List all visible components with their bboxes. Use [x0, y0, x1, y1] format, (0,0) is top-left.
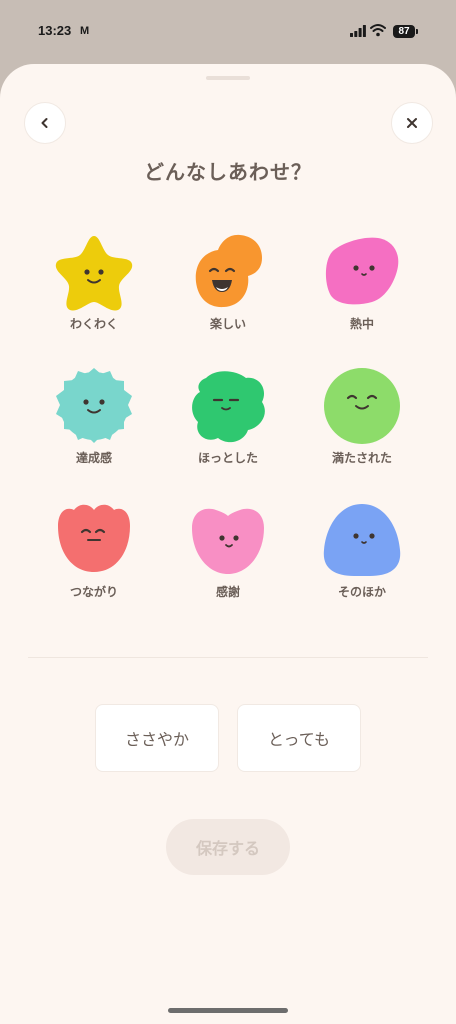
mood-option-tsunagari[interactable]: つながり [44, 498, 144, 600]
mood-option-kansha[interactable]: 感謝 [178, 498, 278, 600]
wifi-icon [370, 24, 386, 37]
mood-option-necchu[interactable]: 熱中 [312, 230, 412, 332]
intensity-big-button[interactable]: とっても [237, 704, 361, 772]
battery-icon: 87 [393, 25, 415, 38]
dome-face-icon [323, 504, 401, 576]
content-circle-icon [324, 368, 400, 444]
mood-label: ほっとした [197, 451, 258, 465]
intensity-small-button[interactable]: ささやか [95, 704, 219, 772]
relieved-blob-icon [192, 371, 265, 443]
mood-label: 感謝 [215, 585, 240, 599]
scalloped-face-icon [56, 368, 132, 443]
page-title: どんなしあわせ？ [144, 160, 312, 184]
tulip-face-icon [58, 504, 130, 572]
mood-label: わくわく [69, 317, 118, 331]
back-button[interactable] [24, 102, 66, 144]
close-icon [407, 118, 417, 128]
smiling-blob-icon [195, 234, 262, 308]
cellular-signal-icon [350, 25, 366, 37]
status-time: 13:23 [38, 23, 72, 38]
mood-option-hottoshita[interactable]: ほっとした [178, 364, 278, 466]
save-button[interactable]: 保存する [166, 819, 290, 875]
mood-label: つながり [69, 585, 118, 599]
mood-label: 楽しい [209, 317, 246, 331]
mood-label: 熱中 [349, 317, 374, 331]
heart-face-icon [192, 508, 264, 574]
status-bar: 13:23 M 87 [0, 0, 456, 64]
mood-label: 達成感 [75, 451, 112, 465]
mood-option-wakuwaku[interactable]: わくわく [44, 230, 144, 332]
mood-option-sonohoka[interactable]: そのほか [312, 498, 412, 600]
gmail-icon: M [80, 25, 90, 37]
mood-label: そのほか [337, 585, 386, 599]
mood-option-tanoshii[interactable]: 楽しい [178, 230, 278, 332]
mood-label: 満たされた [331, 451, 392, 465]
battery-tip [416, 29, 418, 34]
mood-option-tasseikan[interactable]: 達成感 [44, 364, 144, 466]
chevron-left-icon [41, 118, 48, 128]
mood-picker-sheet: どんなしあわせ？ わくわく 楽しい 熱中 達成感 ほっとした 満たされた つなが… [0, 64, 456, 1024]
diamond-face-icon [325, 237, 399, 305]
star-face-icon [55, 236, 133, 311]
close-button[interactable] [391, 102, 433, 144]
mood-option-mitasareta[interactable]: 満たされた [312, 364, 412, 466]
divider [28, 657, 428, 658]
sheet-grabber[interactable] [206, 76, 250, 80]
home-indicator [168, 1008, 288, 1013]
